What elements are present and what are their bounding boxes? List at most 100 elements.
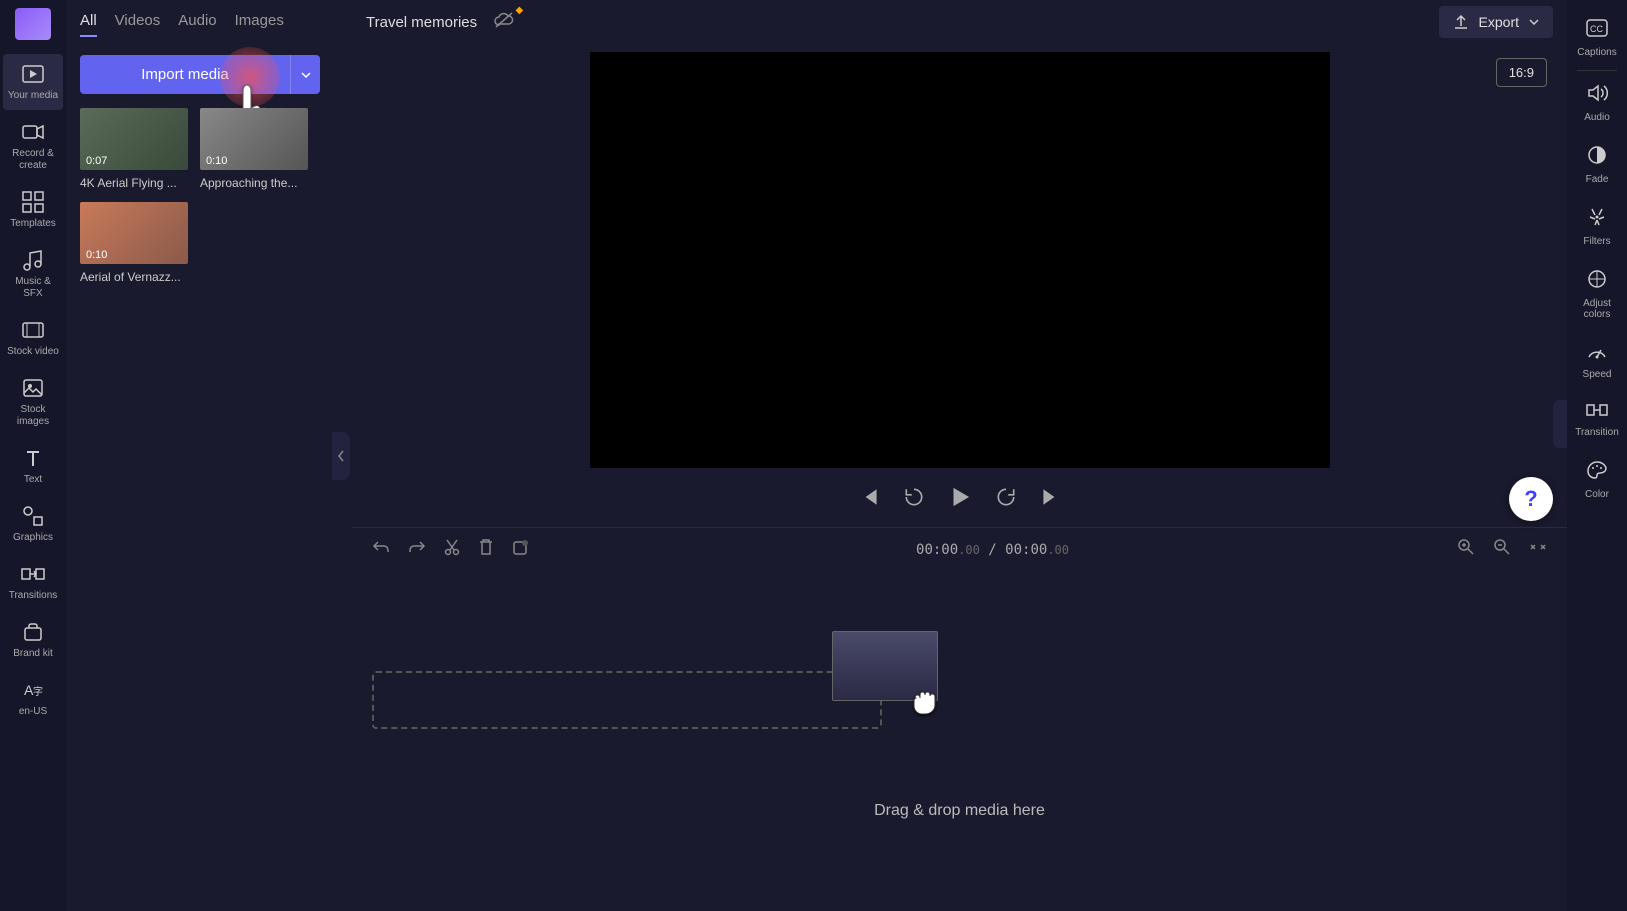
media-name: Aerial of Vernazz... [80, 270, 188, 284]
tab-images[interactable]: Images [235, 12, 284, 37]
timeline-toolbar: 00:00.00 / 00:00.00 [352, 527, 1567, 571]
svg-text:字: 字 [33, 685, 43, 698]
delete-button[interactable] [478, 538, 494, 561]
filters-icon [1587, 207, 1607, 232]
media-item[interactable]: 0:10 Approaching the... [200, 108, 308, 190]
tab-all[interactable]: All [80, 12, 97, 37]
right-item-label: Color [1585, 489, 1609, 500]
fade-icon [1587, 145, 1607, 170]
zoom-in-button[interactable] [1457, 538, 1475, 561]
zoom-out-button[interactable] [1493, 538, 1511, 561]
adjust-colors-icon [1587, 269, 1607, 294]
right-item-transition[interactable]: Transition [1569, 392, 1625, 448]
media-panel: All Videos Audio Images Import media 0:0… [66, 0, 334, 911]
sidebar-item-transitions[interactable]: Transitions [3, 554, 63, 610]
sidebar-item-brand-kit[interactable]: Brand kit [3, 612, 63, 668]
chevron-down-icon [301, 72, 311, 78]
forward-button[interactable] [995, 486, 1017, 513]
sidebar-item-music-sfx[interactable]: Music & SFX [3, 240, 63, 308]
total-time: 00:00 [1005, 542, 1047, 558]
sidebar-item-label: en-US [19, 706, 47, 718]
sidebar-item-graphics[interactable]: Graphics [3, 496, 63, 552]
timecode-display: 00:00.00 / 00:00.00 [916, 542, 1069, 558]
sidebar-item-label: Record & create [5, 148, 61, 172]
timeline-body[interactable]: Drag & drop media here [352, 571, 1567, 911]
sidebar-item-language[interactable]: A字 en-US [3, 670, 63, 726]
language-icon: A字 [21, 678, 45, 702]
collapse-right-handle[interactable] [1553, 400, 1567, 448]
sidebar-item-label: Graphics [13, 532, 53, 544]
right-item-label: Transition [1575, 427, 1619, 438]
brand-kit-icon [21, 620, 45, 644]
top-bar: Travel memories ◆ Export [352, 0, 1567, 44]
right-item-speed[interactable]: Speed [1569, 332, 1625, 390]
media-grid: 0:07 4K Aerial Flying ... 0:10 Approachi… [80, 108, 320, 284]
drop-hint-text: Drag & drop media here [874, 802, 1045, 820]
preview-area: 16:9 [352, 44, 1567, 476]
left-toolbar: Your media Record & create Templates Mus… [0, 0, 66, 911]
preview-canvas[interactable] [590, 52, 1330, 468]
stock-video-icon [21, 318, 45, 342]
captions-icon: CC [1585, 18, 1609, 43]
import-media-dropdown[interactable] [290, 55, 320, 94]
right-item-label: Captions [1577, 47, 1616, 58]
skip-end-button[interactable] [1039, 486, 1061, 513]
templates-icon [21, 190, 45, 214]
current-time: 00:00 [916, 542, 958, 558]
media-duration: 0:07 [80, 152, 113, 170]
sidebar-item-label: Transitions [9, 590, 58, 602]
help-button[interactable]: ? [1509, 477, 1553, 521]
media-thumbnail: 0:07 [80, 108, 188, 170]
sidebar-item-record-create[interactable]: Record & create [3, 112, 63, 180]
right-item-label: Speed [1583, 369, 1612, 380]
sidebar-item-templates[interactable]: Templates [3, 182, 63, 238]
right-item-captions[interactable]: CC Captions [1569, 8, 1625, 68]
right-item-fade[interactable]: Fade [1569, 135, 1625, 195]
aspect-ratio-button[interactable]: 16:9 [1496, 58, 1547, 87]
right-item-label: Adjust colors [1571, 298, 1623, 320]
cloud-sync-icon[interactable]: ◆ [493, 11, 515, 34]
undo-button[interactable] [372, 539, 390, 560]
media-icon [21, 62, 45, 86]
right-item-color[interactable]: Color [1569, 450, 1625, 510]
tab-audio[interactable]: Audio [178, 12, 216, 37]
timeline-drop-zone[interactable] [372, 671, 882, 729]
skip-start-button[interactable] [859, 486, 881, 513]
right-item-filters[interactable]: Filters [1569, 197, 1625, 257]
divider [1577, 70, 1617, 71]
svg-text:CC: CC [1590, 24, 1603, 34]
export-button[interactable]: Export [1439, 6, 1553, 38]
split-button[interactable] [512, 538, 528, 561]
media-duration: 0:10 [80, 246, 113, 264]
play-button[interactable] [947, 484, 973, 515]
project-title[interactable]: Travel memories [366, 14, 477, 31]
premium-badge-icon: ◆ [515, 5, 523, 16]
sidebar-item-label: Your media [8, 90, 58, 102]
sidebar-item-label: Brand kit [13, 648, 52, 660]
app-logo[interactable] [15, 8, 51, 40]
right-item-audio[interactable]: Audio [1569, 73, 1625, 133]
sidebar-item-stock-images[interactable]: Stock images [3, 368, 63, 436]
chevron-left-icon [337, 450, 345, 462]
media-thumbnail: 0:10 [80, 202, 188, 264]
media-item[interactable]: 0:07 4K Aerial Flying ... [80, 108, 188, 190]
fit-timeline-button[interactable] [1529, 538, 1547, 561]
right-item-label: Filters [1583, 236, 1610, 247]
stock-images-icon [21, 376, 45, 400]
music-icon [21, 248, 45, 272]
sidebar-item-stock-video[interactable]: Stock video [3, 310, 63, 366]
collapse-panel-handle[interactable] [332, 432, 350, 480]
sidebar-item-text[interactable]: Text [3, 438, 63, 494]
sidebar-item-your-media[interactable]: Your media [3, 54, 63, 110]
speed-icon [1586, 342, 1608, 365]
redo-button[interactable] [408, 539, 426, 560]
tab-videos[interactable]: Videos [115, 12, 161, 37]
media-item[interactable]: 0:10 Aerial of Vernazz... [80, 202, 188, 284]
sidebar-item-label: Templates [10, 218, 56, 230]
chevron-down-icon [1529, 19, 1539, 25]
cut-button[interactable] [444, 538, 460, 561]
import-media-button[interactable]: Import media [80, 55, 290, 94]
rewind-button[interactable] [903, 486, 925, 513]
right-item-adjust-colors[interactable]: Adjust colors [1569, 259, 1625, 330]
audio-icon [1586, 83, 1608, 108]
